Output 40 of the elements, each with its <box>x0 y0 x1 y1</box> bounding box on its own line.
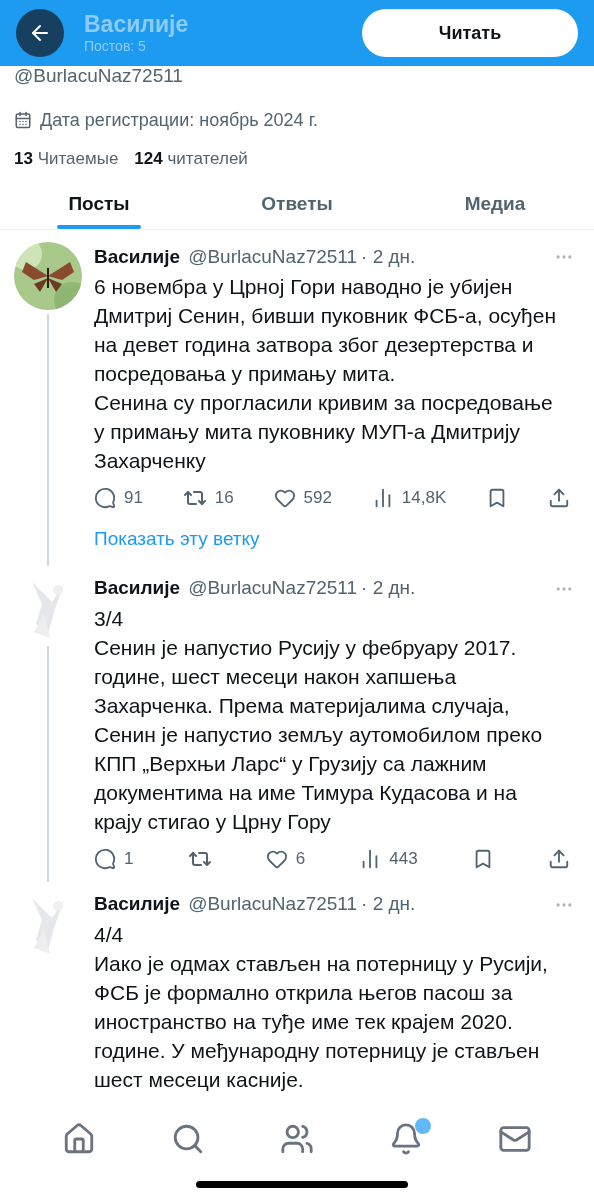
post-time: · 2 дн. <box>361 576 416 601</box>
author-handle: @BurlacuNaz72511 <box>188 576 358 601</box>
follow-button[interactable]: Читать <box>362 9 578 57</box>
post-time: · 2 дн. <box>361 892 416 917</box>
author-name: Василије <box>94 892 181 917</box>
reply-count: 1 <box>124 847 134 870</box>
repost-count: 16 <box>214 487 234 510</box>
share-icon[interactable] <box>547 847 570 870</box>
profile-tab[interactable]: Посты <box>0 179 198 229</box>
view-count: 443 <box>389 847 418 870</box>
reply-icon[interactable] <box>94 487 116 509</box>
profile-handle: @BurlacuNaz72511 <box>14 64 184 88</box>
people-icon[interactable] <box>279 1122 314 1156</box>
post-text: Иако је одмах стављен на потерницу у Русији, ФСБ је формално открила његов пасош за иностранство на туђе име тек крајем 2020. године. У међународну потерницу је стављен шест месеци касније. <box>94 950 549 1093</box>
followers-count[interactable]: 124 читателей <box>134 145 248 171</box>
reply-count: 91 <box>124 487 143 510</box>
post-count: Постов: 5 <box>84 39 147 53</box>
join-date: Дата регистрации: ноябрь 2024 г. <box>40 108 318 132</box>
post-text: 3/4 <box>94 605 125 632</box>
author-handle: @BurlacuNaz72511 <box>188 244 358 269</box>
view-count: 14,8K <box>401 487 447 510</box>
like-count: 6 <box>295 847 306 870</box>
profile-tab[interactable]: Медиа <box>396 179 594 229</box>
like-count: 592 <box>303 487 332 510</box>
post-text: 4/4 <box>94 921 125 948</box>
post-text: Сенин је напустио Русију у фебруару 2017. године, шест месеци након хапшења Захарченка. Према материјалима случаја, Сенин је напустио земљу аутомобилом преко КПП „Верхњи Ларс“ у Грузију са лажним документима на име Тимура Кудасова и на крају стигао у Црну Гору <box>94 634 544 835</box>
back-button[interactable] <box>16 9 64 57</box>
author-name: Василије <box>94 244 181 269</box>
share-icon[interactable] <box>547 487 570 509</box>
calendar-icon <box>14 111 32 129</box>
profile-tab[interactable]: Ответы <box>198 179 396 229</box>
author-name: Василије <box>94 576 181 601</box>
profile-title: Василије <box>84 13 189 36</box>
like-icon[interactable] <box>273 487 296 509</box>
post-time: · 2 дн. <box>361 244 416 269</box>
post-text: 6 новембра у Црној Гори наводно је убијен Дмитриј Сенин, бивши пуковник ФСБ-а, осуђен на девет година затвора због дезертерства и посредовања у примању мита. <box>94 274 558 387</box>
following-count[interactable]: 13 Читаемые <box>14 145 119 171</box>
reply-icon[interactable] <box>94 847 116 870</box>
author-handle: @BurlacuNaz72511 <box>188 892 358 917</box>
post-text: Сенина су прогласили кривим за посредовање у примању мита пуковнику МУП-а Дмитрију Захарченку <box>94 390 554 474</box>
